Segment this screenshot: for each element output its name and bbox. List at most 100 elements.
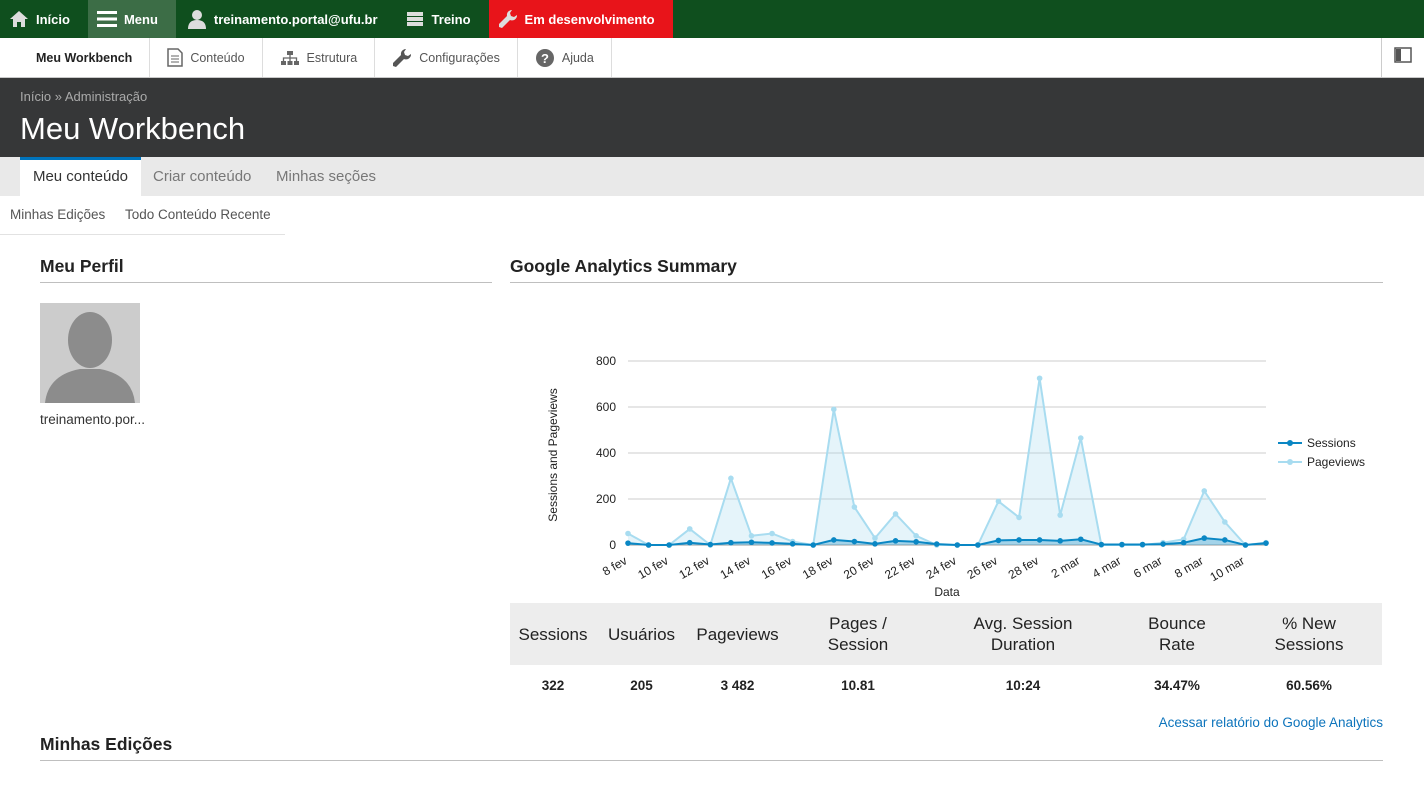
data-point-pageviews (995, 498, 1002, 505)
data-point-pageviews (1057, 512, 1063, 518)
default-user-icon (40, 303, 140, 403)
data-point-sessions (1036, 537, 1043, 543)
data-point-pageviews (769, 530, 775, 537)
page-title: Meu Workbench (20, 111, 246, 146)
series-area-pageviews (628, 378, 1266, 545)
profile-username[interactable]: treinamento.por... (40, 412, 145, 427)
subtab-recent-content[interactable]: Todo Conteúdo Recente (125, 207, 271, 222)
analytics-chart: 0 200 400 600 800 8 fev 10 fev 12 fev 14 fev 16 f… (546, 354, 1365, 599)
data-point-sessions (1057, 538, 1063, 544)
data-point-sessions (1242, 542, 1249, 548)
stats-values-row: 322 205 3 482 10.81 10:24 34.47% 60.56% (510, 665, 1382, 706)
legend-marker-pageviews (1287, 459, 1293, 465)
stats-header-pages-session: Pages / Session (788, 603, 928, 665)
tray-content[interactable]: Conteúdo (150, 38, 263, 77)
x-tick-label: 6 mar (1131, 553, 1165, 580)
toolbar-tray: Meu Workbench Conteúdo Estrutura Configu… (0, 38, 1424, 78)
server-icon (404, 8, 426, 30)
breadcrumb-admin[interactable]: Administração (65, 89, 147, 104)
tray-config[interactable]: Configurações (375, 38, 518, 77)
x-tick-label: 10 fev (635, 553, 670, 581)
subtab-my-edits[interactable]: Minhas Edições (10, 207, 105, 222)
tray-help[interactable]: ? Ajuda (518, 38, 612, 77)
stats-value-sessions: 322 (541, 678, 565, 693)
toolbar-treino[interactable]: Treino (396, 0, 489, 38)
data-point-sessions (892, 538, 899, 544)
breadcrumb-home[interactable]: Início (20, 89, 51, 104)
profile-divider (40, 282, 492, 283)
document-icon (167, 48, 184, 67)
wrench-icon (392, 48, 412, 68)
data-point-pageviews (1201, 488, 1208, 494)
stats-header-users: Usuários (596, 603, 687, 665)
analytics-stats-table: Sessions Usuários Pageviews Pages / Sess… (510, 603, 1382, 706)
toolbar-dev-environment[interactable]: Em desenvolvimento (488, 0, 673, 38)
tab-my-sections[interactable]: Minhas seções (276, 157, 376, 196)
data-point-sessions (789, 541, 796, 547)
stats-value-bounce-rate: 34.47% (1154, 678, 1200, 693)
data-point-sessions (954, 542, 961, 548)
y-tick-label: 400 (596, 446, 616, 460)
secondary-tabs: Minhas Edições Todo Conteúdo Recente (0, 196, 285, 235)
x-axis-label: Data (934, 585, 960, 599)
stats-header-new-sessions: % New Sessions (1236, 603, 1382, 665)
data-point-sessions (1016, 537, 1022, 543)
data-point-sessions (810, 542, 817, 548)
data-point-sessions (1180, 539, 1187, 546)
stats-header-sessions: Sessions (510, 603, 596, 665)
data-point-pageviews (831, 406, 837, 413)
tab-create-content[interactable]: Criar conteúdo (153, 157, 251, 196)
toolbar-user[interactable]: treinamento.portal@ufu.br (176, 0, 396, 38)
data-point-sessions (625, 540, 631, 546)
data-point-sessions (1222, 537, 1228, 543)
toolbar-menu-label: Menu (123, 11, 158, 27)
x-tick-label: 24 fev (923, 553, 958, 581)
home-icon (8, 8, 30, 30)
stats-value-new-sessions: 60.56% (1286, 678, 1332, 693)
x-tick-label: 14 fev (718, 553, 753, 581)
data-point-sessions (975, 542, 981, 548)
tray-workbench-label: Meu Workbench (36, 50, 133, 65)
wrench-icon (497, 8, 519, 30)
x-tick-label: 20 fev (841, 553, 876, 581)
stats-value-users: 205 (630, 678, 653, 693)
analytics-title: Google Analytics Summary (510, 256, 737, 276)
data-point-sessions (686, 539, 693, 546)
data-point-sessions (769, 540, 775, 546)
data-point-pageviews (748, 533, 755, 539)
breadcrumb-separator: » (54, 89, 62, 104)
toolbar-home[interactable]: Início (0, 0, 88, 38)
svg-text:?: ? (541, 51, 549, 66)
x-tick-label: 16 fev (759, 553, 794, 581)
data-point-sessions (933, 541, 940, 547)
y-axis-label: Sessions and Pageviews (546, 388, 560, 521)
admin-toolbar: Início Menu treinamento.portal@ufu.br Tr… (0, 0, 1424, 38)
analytics-report-link[interactable]: Acessar relatório do Google Analytics (1159, 715, 1383, 730)
tray-structure[interactable]: Estrutura (263, 38, 376, 77)
data-point-sessions (1139, 541, 1146, 548)
tray-help-label: Ajuda (561, 50, 594, 65)
y-tick-label: 600 (596, 400, 616, 414)
data-point-sessions (851, 538, 858, 545)
data-point-sessions (1263, 540, 1269, 546)
menu-icon (96, 8, 118, 30)
x-tick-label: 18 fev (800, 553, 835, 581)
sidebar-toggle-icon (1394, 47, 1412, 68)
tray-orientation-toggle[interactable] (1381, 38, 1424, 77)
my-edits-title: Minhas Edições (40, 734, 173, 754)
avatar[interactable] (40, 303, 140, 403)
x-tick-label: 22 fev (882, 553, 917, 581)
breadcrumb: Início » Administração (20, 89, 147, 104)
legend-label-sessions: Sessions (1307, 436, 1356, 450)
data-point-pageviews (851, 504, 858, 510)
tray-workbench[interactable]: Meu Workbench (0, 38, 151, 77)
x-tick-label: 10 mar (1208, 553, 1247, 584)
data-point-sessions (645, 542, 652, 548)
x-tick-label: 28 fev (1006, 553, 1041, 581)
data-point-sessions (666, 542, 672, 548)
help-icon: ? (535, 48, 555, 68)
tab-my-content[interactable]: Meu conteúdo (20, 157, 141, 196)
toolbar-menu[interactable]: Menu (87, 0, 176, 38)
data-point-sessions (913, 538, 919, 545)
y-tick-label: 0 (609, 538, 616, 552)
